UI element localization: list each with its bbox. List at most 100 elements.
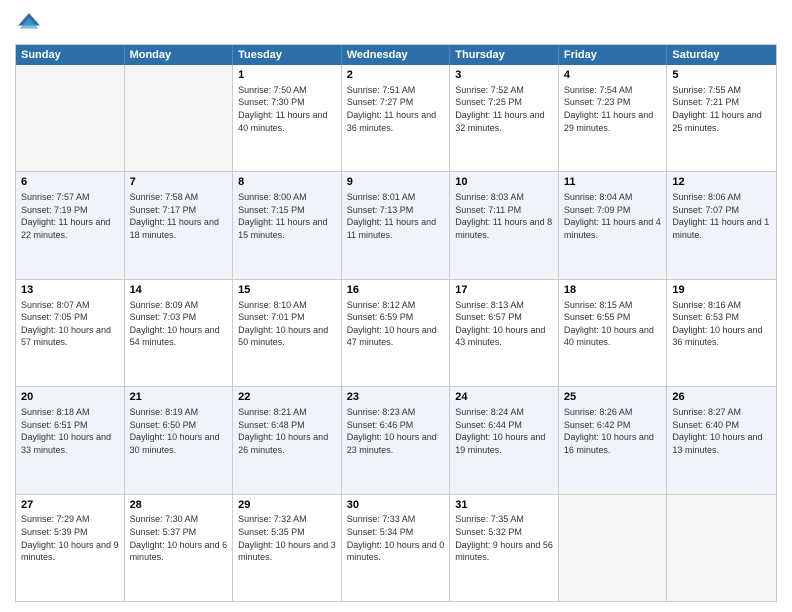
calendar-cell: 7Sunrise: 7:58 AM Sunset: 7:17 PM Daylig… [125, 172, 234, 278]
logo [15, 10, 47, 38]
day-info: Sunrise: 7:58 AM Sunset: 7:17 PM Dayligh… [130, 191, 228, 241]
calendar-cell: 28Sunrise: 7:30 AM Sunset: 5:37 PM Dayli… [125, 495, 234, 601]
day-info: Sunrise: 7:57 AM Sunset: 7:19 PM Dayligh… [21, 191, 119, 241]
day-info: Sunrise: 8:00 AM Sunset: 7:15 PM Dayligh… [238, 191, 336, 241]
calendar-cell: 1Sunrise: 7:50 AM Sunset: 7:30 PM Daylig… [233, 65, 342, 171]
day-number: 29 [238, 498, 336, 513]
calendar-row: 1Sunrise: 7:50 AM Sunset: 7:30 PM Daylig… [16, 65, 776, 171]
logo-icon [15, 10, 43, 38]
day-info: Sunrise: 8:12 AM Sunset: 6:59 PM Dayligh… [347, 299, 445, 349]
day-number: 6 [21, 175, 119, 190]
calendar-cell: 4Sunrise: 7:54 AM Sunset: 7:23 PM Daylig… [559, 65, 668, 171]
weekday-header: Wednesday [342, 45, 451, 65]
weekday-header: Monday [125, 45, 234, 65]
calendar-cell: 12Sunrise: 8:06 AM Sunset: 7:07 PM Dayli… [667, 172, 776, 278]
calendar-cell: 22Sunrise: 8:21 AM Sunset: 6:48 PM Dayli… [233, 387, 342, 493]
day-number: 27 [21, 498, 119, 513]
calendar-cell: 19Sunrise: 8:16 AM Sunset: 6:53 PM Dayli… [667, 280, 776, 386]
day-info: Sunrise: 8:21 AM Sunset: 6:48 PM Dayligh… [238, 406, 336, 456]
day-number: 5 [672, 68, 771, 83]
calendar-cell: 15Sunrise: 8:10 AM Sunset: 7:01 PM Dayli… [233, 280, 342, 386]
calendar-header: SundayMondayTuesdayWednesdayThursdayFrid… [16, 45, 776, 65]
day-info: Sunrise: 7:30 AM Sunset: 5:37 PM Dayligh… [130, 513, 228, 563]
calendar-cell: 8Sunrise: 8:00 AM Sunset: 7:15 PM Daylig… [233, 172, 342, 278]
calendar-cell [125, 65, 234, 171]
day-info: Sunrise: 8:16 AM Sunset: 6:53 PM Dayligh… [672, 299, 771, 349]
day-info: Sunrise: 8:07 AM Sunset: 7:05 PM Dayligh… [21, 299, 119, 349]
calendar-cell: 16Sunrise: 8:12 AM Sunset: 6:59 PM Dayli… [342, 280, 451, 386]
calendar-cell: 21Sunrise: 8:19 AM Sunset: 6:50 PM Dayli… [125, 387, 234, 493]
calendar-cell: 30Sunrise: 7:33 AM Sunset: 5:34 PM Dayli… [342, 495, 451, 601]
day-number: 25 [564, 390, 662, 405]
calendar-row: 27Sunrise: 7:29 AM Sunset: 5:39 PM Dayli… [16, 494, 776, 601]
day-info: Sunrise: 8:27 AM Sunset: 6:40 PM Dayligh… [672, 406, 771, 456]
calendar-cell: 3Sunrise: 7:52 AM Sunset: 7:25 PM Daylig… [450, 65, 559, 171]
day-info: Sunrise: 7:52 AM Sunset: 7:25 PM Dayligh… [455, 84, 553, 134]
day-info: Sunrise: 7:50 AM Sunset: 7:30 PM Dayligh… [238, 84, 336, 134]
calendar-cell: 24Sunrise: 8:24 AM Sunset: 6:44 PM Dayli… [450, 387, 559, 493]
calendar-cell: 25Sunrise: 8:26 AM Sunset: 6:42 PM Dayli… [559, 387, 668, 493]
day-info: Sunrise: 8:23 AM Sunset: 6:46 PM Dayligh… [347, 406, 445, 456]
calendar-cell: 18Sunrise: 8:15 AM Sunset: 6:55 PM Dayli… [559, 280, 668, 386]
day-info: Sunrise: 7:32 AM Sunset: 5:35 PM Dayligh… [238, 513, 336, 563]
day-number: 2 [347, 68, 445, 83]
day-number: 17 [455, 283, 553, 298]
day-number: 24 [455, 390, 553, 405]
calendar-cell: 31Sunrise: 7:35 AM Sunset: 5:32 PM Dayli… [450, 495, 559, 601]
day-info: Sunrise: 8:10 AM Sunset: 7:01 PM Dayligh… [238, 299, 336, 349]
day-info: Sunrise: 8:04 AM Sunset: 7:09 PM Dayligh… [564, 191, 662, 241]
calendar-row: 6Sunrise: 7:57 AM Sunset: 7:19 PM Daylig… [16, 171, 776, 278]
day-info: Sunrise: 8:06 AM Sunset: 7:07 PM Dayligh… [672, 191, 771, 241]
day-number: 18 [564, 283, 662, 298]
day-number: 10 [455, 175, 553, 190]
day-info: Sunrise: 7:54 AM Sunset: 7:23 PM Dayligh… [564, 84, 662, 134]
calendar-cell: 5Sunrise: 7:55 AM Sunset: 7:21 PM Daylig… [667, 65, 776, 171]
day-number: 1 [238, 68, 336, 83]
day-number: 20 [21, 390, 119, 405]
day-info: Sunrise: 8:24 AM Sunset: 6:44 PM Dayligh… [455, 406, 553, 456]
calendar-cell: 26Sunrise: 8:27 AM Sunset: 6:40 PM Dayli… [667, 387, 776, 493]
day-number: 28 [130, 498, 228, 513]
calendar-cell: 6Sunrise: 7:57 AM Sunset: 7:19 PM Daylig… [16, 172, 125, 278]
day-number: 16 [347, 283, 445, 298]
day-number: 14 [130, 283, 228, 298]
weekday-header: Sunday [16, 45, 125, 65]
day-number: 23 [347, 390, 445, 405]
calendar-cell [16, 65, 125, 171]
day-info: Sunrise: 7:51 AM Sunset: 7:27 PM Dayligh… [347, 84, 445, 134]
day-number: 3 [455, 68, 553, 83]
day-info: Sunrise: 8:26 AM Sunset: 6:42 PM Dayligh… [564, 406, 662, 456]
calendar-cell: 29Sunrise: 7:32 AM Sunset: 5:35 PM Dayli… [233, 495, 342, 601]
weekday-header: Tuesday [233, 45, 342, 65]
calendar: SundayMondayTuesdayWednesdayThursdayFrid… [15, 44, 777, 602]
weekday-header: Friday [559, 45, 668, 65]
day-number: 19 [672, 283, 771, 298]
day-info: Sunrise: 7:33 AM Sunset: 5:34 PM Dayligh… [347, 513, 445, 563]
calendar-cell: 11Sunrise: 8:04 AM Sunset: 7:09 PM Dayli… [559, 172, 668, 278]
day-info: Sunrise: 7:55 AM Sunset: 7:21 PM Dayligh… [672, 84, 771, 134]
calendar-cell: 13Sunrise: 8:07 AM Sunset: 7:05 PM Dayli… [16, 280, 125, 386]
day-number: 21 [130, 390, 228, 405]
day-number: 4 [564, 68, 662, 83]
day-number: 31 [455, 498, 553, 513]
day-info: Sunrise: 8:15 AM Sunset: 6:55 PM Dayligh… [564, 299, 662, 349]
day-info: Sunrise: 8:19 AM Sunset: 6:50 PM Dayligh… [130, 406, 228, 456]
day-info: Sunrise: 7:35 AM Sunset: 5:32 PM Dayligh… [455, 513, 553, 563]
day-info: Sunrise: 8:18 AM Sunset: 6:51 PM Dayligh… [21, 406, 119, 456]
day-number: 26 [672, 390, 771, 405]
day-info: Sunrise: 8:03 AM Sunset: 7:11 PM Dayligh… [455, 191, 553, 241]
calendar-cell: 23Sunrise: 8:23 AM Sunset: 6:46 PM Dayli… [342, 387, 451, 493]
calendar-row: 13Sunrise: 8:07 AM Sunset: 7:05 PM Dayli… [16, 279, 776, 386]
day-number: 9 [347, 175, 445, 190]
day-info: Sunrise: 7:29 AM Sunset: 5:39 PM Dayligh… [21, 513, 119, 563]
day-number: 8 [238, 175, 336, 190]
day-number: 11 [564, 175, 662, 190]
day-number: 7 [130, 175, 228, 190]
day-info: Sunrise: 8:09 AM Sunset: 7:03 PM Dayligh… [130, 299, 228, 349]
calendar-cell: 9Sunrise: 8:01 AM Sunset: 7:13 PM Daylig… [342, 172, 451, 278]
calendar-body: 1Sunrise: 7:50 AM Sunset: 7:30 PM Daylig… [16, 65, 776, 601]
calendar-cell: 27Sunrise: 7:29 AM Sunset: 5:39 PM Dayli… [16, 495, 125, 601]
day-number: 13 [21, 283, 119, 298]
day-info: Sunrise: 8:01 AM Sunset: 7:13 PM Dayligh… [347, 191, 445, 241]
calendar-cell [667, 495, 776, 601]
